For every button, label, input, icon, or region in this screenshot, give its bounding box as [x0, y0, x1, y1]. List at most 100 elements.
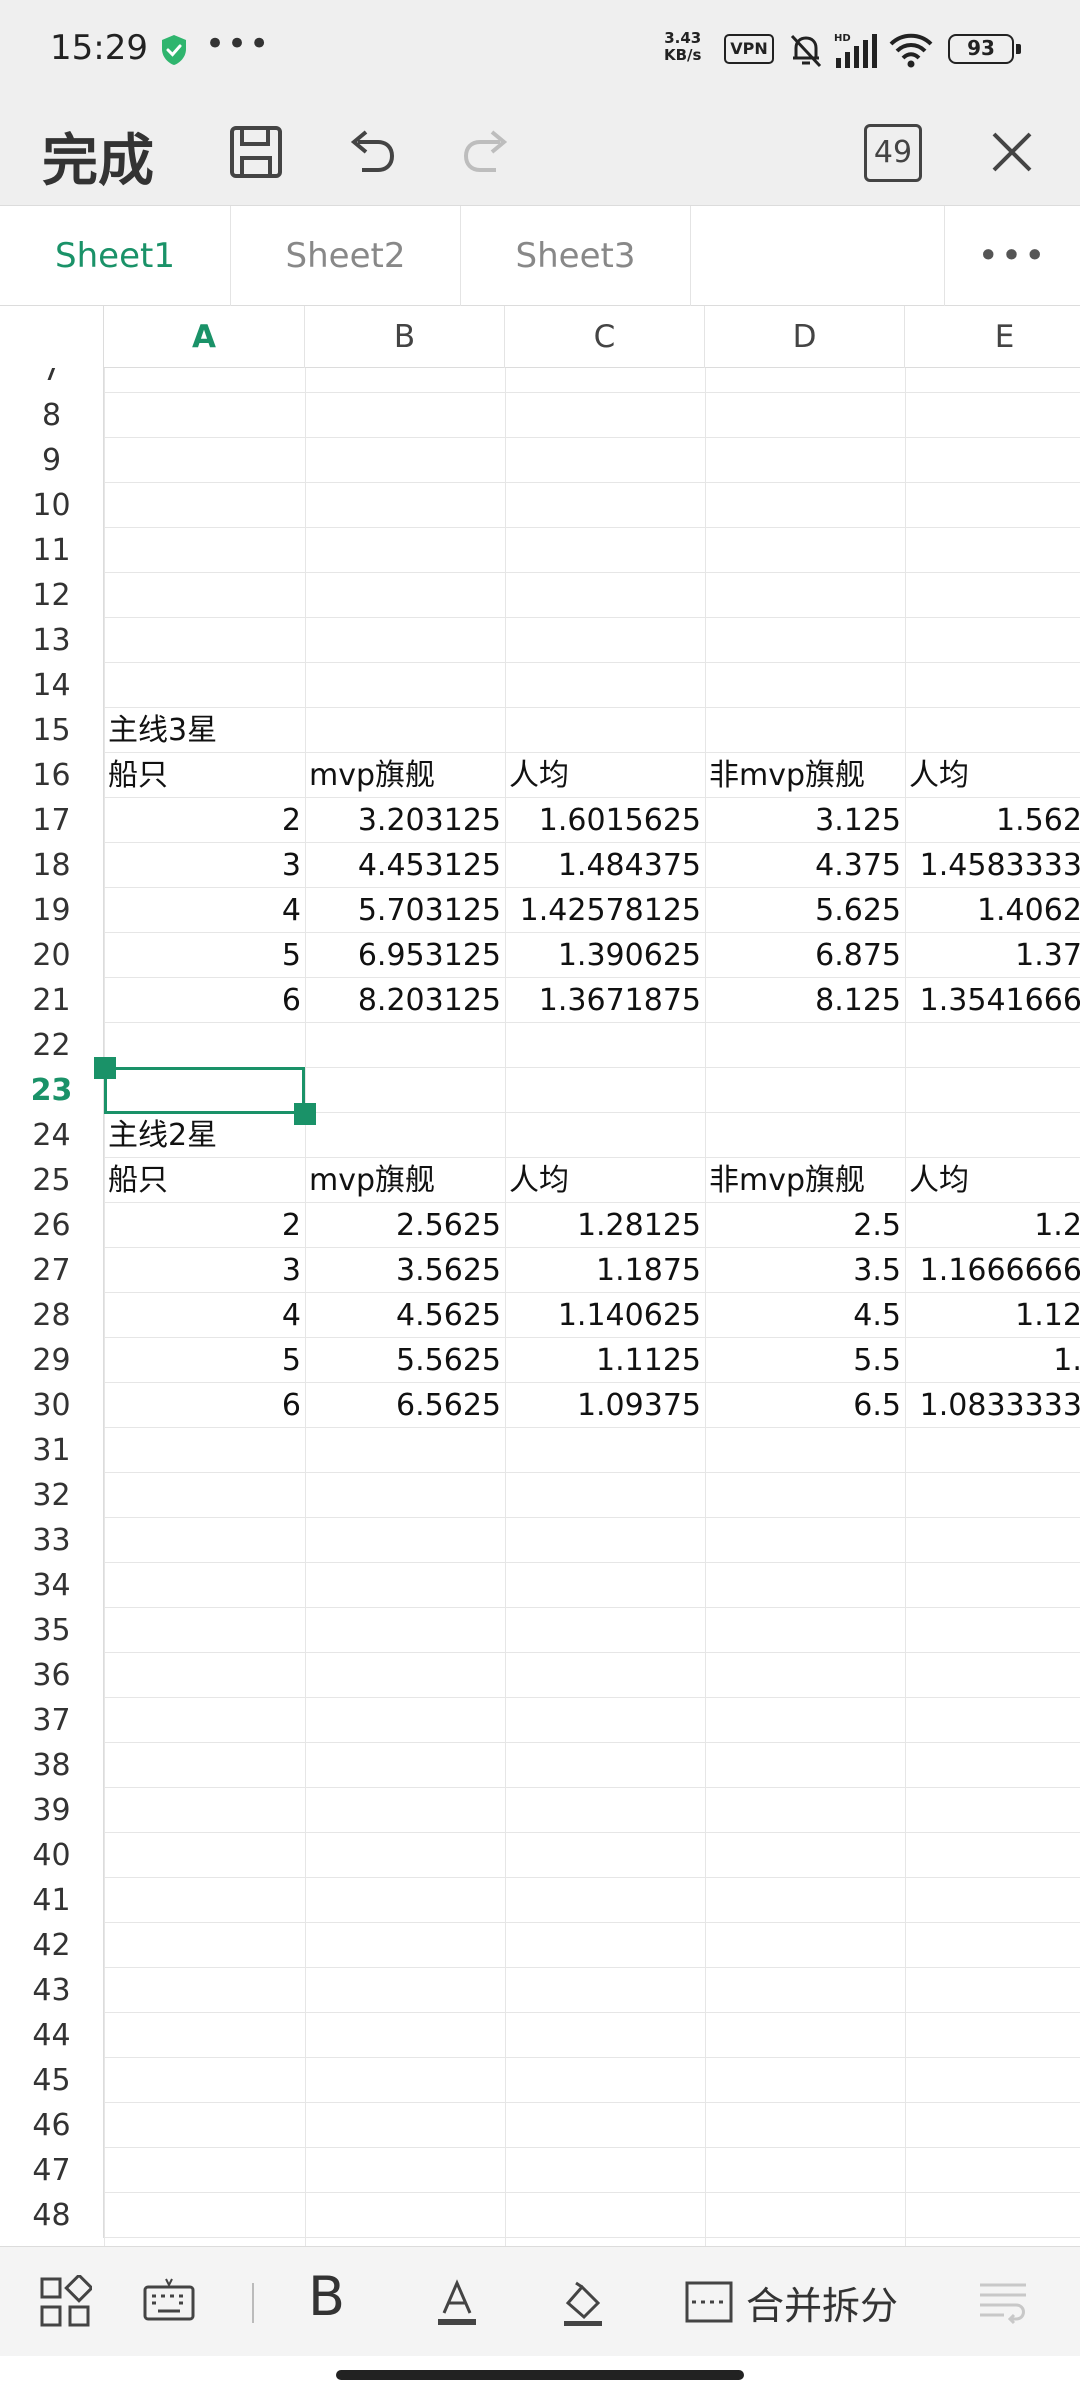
- cell-e26[interactable]: 1.25: [905, 1203, 1080, 1248]
- cell-c21[interactable]: 1.3671875: [505, 978, 705, 1023]
- column-header-c[interactable]: C: [505, 306, 705, 368]
- cell-a21[interactable]: 6: [104, 978, 305, 1023]
- cell-a27[interactable]: 3: [104, 1248, 305, 1293]
- cell-c14[interactable]: [505, 663, 705, 708]
- row-header[interactable]: 17: [0, 798, 104, 843]
- cell-a19[interactable]: 4: [104, 888, 305, 933]
- cell-b37[interactable]: [305, 1698, 505, 1743]
- cell-d16[interactable]: 非mvp旗舰: [705, 753, 905, 798]
- cell-d31[interactable]: [705, 1428, 905, 1473]
- cell-a34[interactable]: [104, 1563, 305, 1608]
- cell-e16[interactable]: 人均: [905, 753, 1080, 798]
- cell-c15[interactable]: [505, 708, 705, 753]
- close-icon[interactable]: [980, 120, 1044, 184]
- cell-d27[interactable]: 3.5: [705, 1248, 905, 1293]
- cell-d38[interactable]: [705, 1743, 905, 1788]
- cell-a29[interactable]: 5: [104, 1338, 305, 1383]
- cell-a15[interactable]: 主线3星: [104, 708, 305, 753]
- cell-a31[interactable]: [104, 1428, 305, 1473]
- cell-d13[interactable]: [705, 618, 905, 663]
- row-header[interactable]: 46: [0, 2103, 104, 2148]
- cell-b47[interactable]: [305, 2148, 505, 2193]
- cell-e29[interactable]: 1.1: [905, 1338, 1080, 1383]
- row-header[interactable]: 21: [0, 978, 104, 1023]
- cell-b45[interactable]: [305, 2058, 505, 2103]
- row-header[interactable]: 14: [0, 663, 104, 708]
- row-header[interactable]: 27: [0, 1248, 104, 1293]
- row-header[interactable]: 43: [0, 1968, 104, 2013]
- cell-d21[interactable]: 8.125: [705, 978, 905, 1023]
- cell-d30[interactable]: 6.5: [705, 1383, 905, 1428]
- cell-a30[interactable]: 6: [104, 1383, 305, 1428]
- cell-a43[interactable]: [104, 1968, 305, 2013]
- row-header[interactable]: 18: [0, 843, 104, 888]
- cell-c11[interactable]: [505, 528, 705, 573]
- row-header[interactable]: 30: [0, 1383, 104, 1428]
- row-header[interactable]: 24: [0, 1113, 104, 1158]
- cell-b9[interactable]: [305, 438, 505, 483]
- cell-c34[interactable]: [505, 1563, 705, 1608]
- cell-e19[interactable]: 1.40625: [905, 888, 1080, 933]
- cell-c48[interactable]: [505, 2193, 705, 2238]
- cell-a9[interactable]: [104, 438, 305, 483]
- cell-a41[interactable]: [104, 1878, 305, 1923]
- cell-c20[interactable]: 1.390625: [505, 933, 705, 978]
- row-header[interactable]: 31: [0, 1428, 104, 1473]
- cell-d24[interactable]: [705, 1113, 905, 1158]
- save-icon[interactable]: [224, 120, 288, 184]
- cell-b23[interactable]: [305, 1068, 505, 1113]
- wrap-text-icon[interactable]: [976, 2275, 1036, 2329]
- cell-b13[interactable]: [305, 618, 505, 663]
- cell-c43[interactable]: [505, 1968, 705, 2013]
- cell-e12[interactable]: [905, 573, 1080, 618]
- cell-c9[interactable]: [505, 438, 705, 483]
- cell-a42[interactable]: [104, 1923, 305, 1968]
- cell-e45[interactable]: [905, 2058, 1080, 2103]
- row-header[interactable]: 19: [0, 888, 104, 933]
- cell-c32[interactable]: [505, 1473, 705, 1518]
- cell-a20[interactable]: 5: [104, 933, 305, 978]
- cell-b28[interactable]: 4.5625: [305, 1293, 505, 1338]
- row-header[interactable]: 15: [0, 708, 104, 753]
- cell-e27[interactable]: 1.16666667: [905, 1248, 1080, 1293]
- cell-c38[interactable]: [505, 1743, 705, 1788]
- cell-c37[interactable]: [505, 1698, 705, 1743]
- cell-d8[interactable]: [705, 393, 905, 438]
- selection-end-handle[interactable]: [294, 1103, 316, 1125]
- cell-c36[interactable]: [505, 1653, 705, 1698]
- cell-b42[interactable]: [305, 1923, 505, 1968]
- cell-e41[interactable]: [905, 1878, 1080, 1923]
- cell-d40[interactable]: [705, 1833, 905, 1878]
- cell-b19[interactable]: 5.703125: [305, 888, 505, 933]
- cell-a13[interactable]: [104, 618, 305, 663]
- cell-a24[interactable]: 主线2星: [104, 1113, 305, 1158]
- fill-color-icon[interactable]: [556, 2275, 610, 2329]
- cell-b14[interactable]: [305, 663, 505, 708]
- cell-c8[interactable]: [505, 393, 705, 438]
- cell-d18[interactable]: 4.375: [705, 843, 905, 888]
- cell-e38[interactable]: [905, 1743, 1080, 1788]
- cell-a12[interactable]: [104, 573, 305, 618]
- cell-a26[interactable]: 2: [104, 1203, 305, 1248]
- cell-b32[interactable]: [305, 1473, 505, 1518]
- cell-e18[interactable]: 1.45833333: [905, 843, 1080, 888]
- cell-b48[interactable]: [305, 2193, 505, 2238]
- cell-a28[interactable]: 4: [104, 1293, 305, 1338]
- row-header[interactable]: 28: [0, 1293, 104, 1338]
- column-header-b[interactable]: B: [305, 306, 505, 368]
- cell-c16[interactable]: 人均: [505, 753, 705, 798]
- tab-sheet2[interactable]: Sheet2: [231, 206, 461, 306]
- row-header[interactable]: 16: [0, 753, 104, 798]
- cell-d46[interactable]: [705, 2103, 905, 2148]
- cell-b38[interactable]: [305, 1743, 505, 1788]
- cell-e33[interactable]: [905, 1518, 1080, 1563]
- cell-e37[interactable]: [905, 1698, 1080, 1743]
- done-button[interactable]: 完成: [42, 116, 154, 197]
- cell-c40[interactable]: [505, 1833, 705, 1878]
- row-header[interactable]: 47: [0, 2148, 104, 2193]
- cell-a10[interactable]: [104, 483, 305, 528]
- cell-a37[interactable]: [104, 1698, 305, 1743]
- cell-e11[interactable]: [905, 528, 1080, 573]
- cell-b27[interactable]: 3.5625: [305, 1248, 505, 1293]
- cell-c19[interactable]: 1.42578125: [505, 888, 705, 933]
